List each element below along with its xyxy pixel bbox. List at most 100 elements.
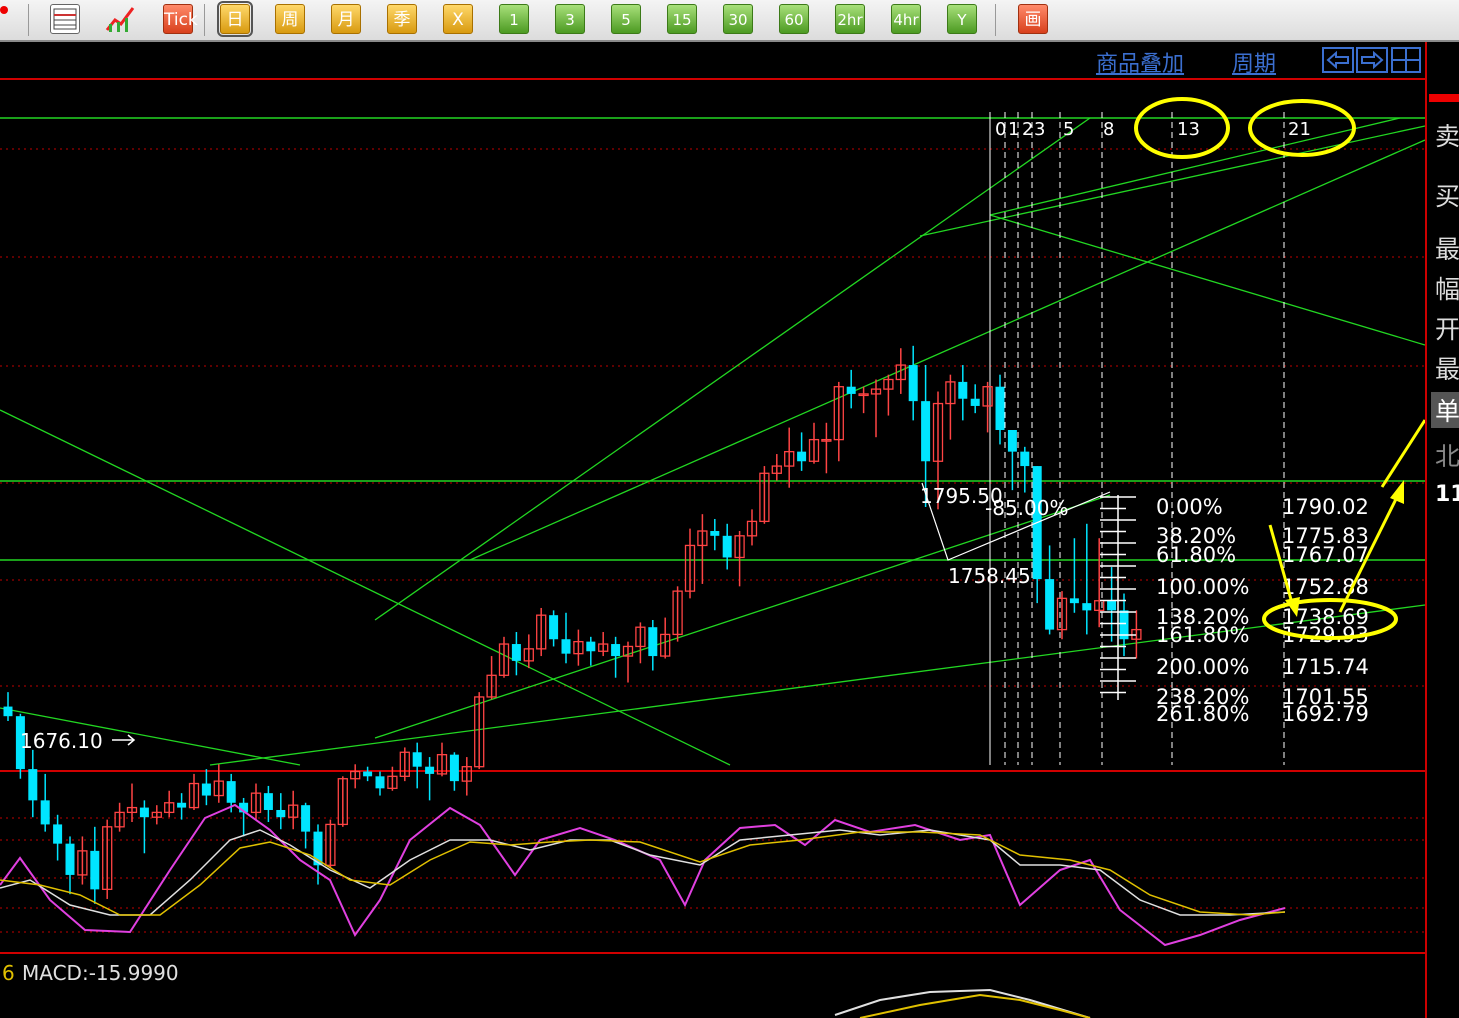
- toolbar-button-9[interactable]: 15: [667, 4, 697, 34]
- candle-64: [797, 432, 807, 471]
- candle-61: [759, 466, 770, 524]
- candle-85: [1056, 591, 1068, 640]
- right-panel-item-7[interactable]: 北: [1435, 437, 1459, 473]
- fib-level-pct-6: 200.00%: [1156, 655, 1249, 679]
- candle-76: [945, 374, 956, 440]
- candle-body: [301, 805, 311, 832]
- toolbar-button-2[interactable]: 周: [275, 4, 305, 34]
- right-panel-item-3[interactable]: 幅: [1435, 270, 1459, 306]
- period-link[interactable]: 周期: [1232, 46, 1276, 78]
- nav-buttons[interactable]: [1322, 47, 1422, 73]
- right-panel-item-1[interactable]: 买: [1435, 177, 1459, 213]
- toolbar-button-8[interactable]: 5: [611, 4, 641, 34]
- candle-73: [908, 345, 918, 421]
- candle-65: [808, 422, 820, 464]
- fib-angle-label: -85.00%: [985, 496, 1068, 520]
- toolbar-button-0[interactable]: Tick: [163, 4, 198, 34]
- candle-7: [90, 826, 100, 904]
- trendline-5: [374, 494, 1111, 739]
- chart-area[interactable]: 0 1 2 3 5 8 13 211676.101795.501758.45-85.00% 0.…: [0, 42, 1425, 1018]
- candle-body: [511, 644, 521, 661]
- toolbar-red-marker: [0, 6, 8, 14]
- table-icon[interactable]: [50, 4, 80, 34]
- right-panel-item-6[interactable]: 单: [1431, 392, 1459, 428]
- trendline-2: [0, 409, 731, 766]
- toolbar-button-5[interactable]: X: [443, 4, 473, 34]
- candle-23: [288, 790, 299, 830]
- candle-21: [263, 785, 273, 823]
- toolbar-button-7[interactable]: 3: [555, 4, 585, 34]
- overlay-link[interactable]: 商品叠加: [1096, 46, 1184, 78]
- candle-24: [301, 802, 311, 849]
- candle-53: [660, 617, 671, 659]
- candle-45: [561, 612, 571, 664]
- trendline-6: [989, 214, 1425, 346]
- candle-14: [177, 793, 187, 820]
- candle-28: [350, 764, 361, 789]
- candle-2: [28, 749, 38, 818]
- kdj-j-line: [0, 831, 1286, 916]
- candle-34: [425, 757, 435, 801]
- right-panel-item-5[interactable]: 最: [1435, 350, 1459, 386]
- candle-27: [337, 776, 348, 827]
- candle-body: [363, 771, 373, 777]
- yellow-arrow-up-1-head: [1390, 480, 1404, 504]
- toolbar-button-4[interactable]: 季: [387, 4, 417, 34]
- candle-body: [226, 781, 236, 803]
- line-chart-icon[interactable]: [105, 4, 135, 34]
- toolbar-button-14[interactable]: Y: [947, 4, 977, 34]
- candle-body: [958, 381, 968, 399]
- candle-62: [771, 454, 782, 481]
- candle-body: [263, 793, 273, 810]
- toolbar-button-11[interactable]: 60: [779, 4, 809, 34]
- candle-60: [746, 509, 758, 546]
- toolbar-button-12[interactable]: 2hr: [835, 4, 865, 34]
- right-panel-item-2[interactable]: 最: [1435, 230, 1459, 266]
- candle-63: [784, 427, 795, 488]
- candle-84: [1045, 545, 1055, 635]
- candle-16: [201, 769, 211, 806]
- candle-body: [611, 644, 621, 657]
- candle-body: [921, 401, 931, 462]
- fib-time-label-7: 21: [1288, 119, 1311, 140]
- candle-8: [102, 819, 113, 899]
- candle-body: [28, 769, 38, 801]
- candle-86: [1069, 538, 1079, 613]
- candle-body: [722, 535, 732, 558]
- trendline-0: [374, 117, 1091, 621]
- toolbar-button-6[interactable]: 1: [499, 4, 529, 34]
- candle-42: [523, 634, 534, 669]
- candle-37: [461, 757, 472, 796]
- candle-50: [622, 641, 634, 683]
- right-panel-item-0[interactable]: 卖: [1435, 117, 1459, 153]
- candle-body: [995, 386, 1005, 430]
- toolbar: Tick 日周月季 X 1 3 5 15 30 60 2hr 4hr Y 画: [0, 0, 1459, 42]
- macd-label: MACD:-15.9990: [22, 961, 179, 985]
- candle-body: [846, 386, 856, 394]
- toolbar-button-15[interactable]: 画: [1018, 4, 1048, 34]
- low-price-label: 1676.10: [20, 729, 103, 753]
- candle-54: [672, 586, 683, 642]
- yellow-arrow-up-2: [1380, 419, 1425, 488]
- candle-body: [970, 398, 980, 406]
- candle-body: [908, 365, 918, 402]
- candle-body: [449, 754, 459, 782]
- candle-body: [3, 706, 13, 717]
- fib-time-label-4: 5: [1063, 119, 1074, 140]
- candle-59: [734, 531, 745, 587]
- candle-22: [276, 793, 286, 830]
- fib-time-label-5: 8: [1103, 119, 1114, 140]
- candle-46: [573, 629, 584, 666]
- fib-level-price-6: 1715.74: [1282, 655, 1369, 679]
- candle-body: [648, 627, 658, 657]
- toolbar-button-13[interactable]: 4hr: [891, 4, 921, 34]
- toolbar-button-10[interactable]: 30: [723, 4, 753, 34]
- right-panel-item-8[interactable]: 11: [1435, 482, 1459, 507]
- right-panel-item-4[interactable]: 开: [1435, 310, 1459, 346]
- toolbar-button-3[interactable]: 月: [331, 4, 361, 34]
- candle-3: [40, 773, 50, 832]
- candle-33: [412, 742, 422, 789]
- toolbar-button-1[interactable]: 日: [217, 1, 253, 37]
- fib-time-label-2: 2: [1022, 119, 1033, 140]
- candle-71: [883, 374, 894, 416]
